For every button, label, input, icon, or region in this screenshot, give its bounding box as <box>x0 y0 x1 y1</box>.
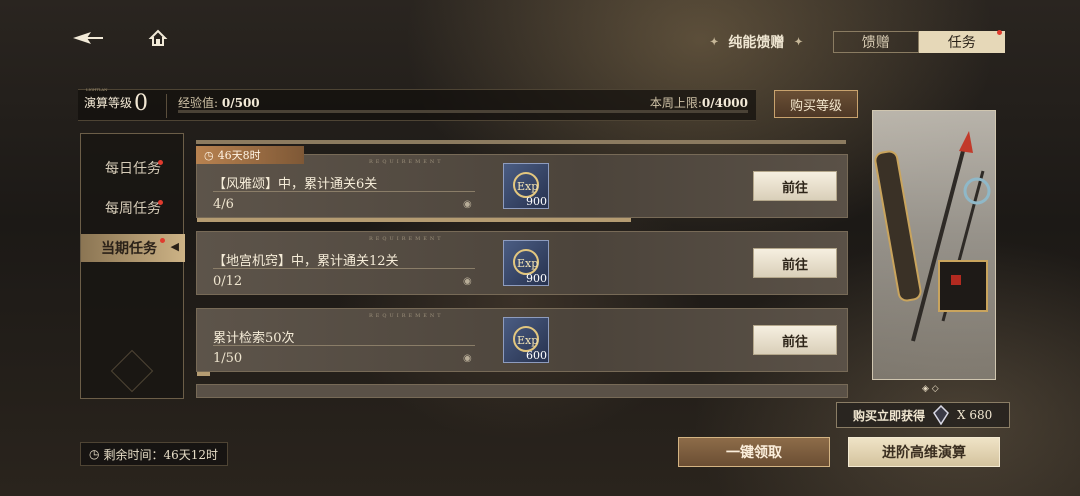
sidebar-item-label: 每日任务 <box>105 161 161 177</box>
reward-quantity: 900 <box>526 195 547 208</box>
top-tabs: ✦ 纯能馈赠 ✦ 馈赠 任务 <box>700 30 1005 54</box>
back-arrow-icon <box>73 32 103 44</box>
weekly-cap-readout: 本周上限:0/4000 <box>650 94 748 111</box>
event-timer-tag: ◷ 46天8时 <box>196 146 304 164</box>
event-timer-text: 46天8时 <box>217 149 261 162</box>
divider <box>213 345 475 346</box>
purchase-bonus-count: X 680 <box>957 408 993 422</box>
level-label-wrap: ᴸᴵᴳᴴᵀᴸᴬᴺ 演算等级 <box>84 88 133 111</box>
requirement-text: REQUIREMENT <box>369 159 444 165</box>
eye-icon[interactable]: ◉ <box>463 353 472 364</box>
home-button[interactable] <box>140 26 176 50</box>
weekly-cap-value: 0/4000 <box>701 96 748 110</box>
reward-quantity: 600 <box>526 349 547 362</box>
advance-button[interactable]: 进阶高维演算 <box>848 437 1000 467</box>
task-progress-bar <box>197 218 631 222</box>
sidebar-item-label: 当期任务 <box>101 241 157 257</box>
reward-exp-item[interactable]: Exp 900 <box>503 163 549 209</box>
back-button[interactable] <box>70 26 106 50</box>
notification-dot <box>158 160 163 165</box>
task-category-sidebar: 每日任务 每周任务 当期任务 ◀ <box>80 133 185 399</box>
purchase-bonus-bar: 购买立即获得 X 680 <box>836 402 1010 428</box>
requirement-text: REQUIREMENT <box>369 236 444 242</box>
tab-pure-energy-grant-label: 纯能馈赠 <box>728 35 785 51</box>
go-button[interactable]: 前往 <box>753 248 837 278</box>
divider <box>166 94 167 118</box>
decorative-emblem-icon <box>110 349 154 393</box>
eye-icon[interactable]: ◉ <box>463 199 472 210</box>
task-description: 累计检索50次 <box>213 331 295 346</box>
go-label: 前往 <box>781 334 808 350</box>
task-card-2: REQUIREMENT 【地宫机窍】中，累计通关12关 0/12 ◉ Exp 9… <box>196 231 848 295</box>
level-value: 0 <box>134 91 148 116</box>
weapons-artwork-icon <box>874 131 991 342</box>
sparkle-icon: ✦ <box>710 36 719 48</box>
tab-pure-energy-grant[interactable]: ✦ 纯能馈赠 ✦ <box>700 31 813 53</box>
go-label: 前往 <box>781 180 808 196</box>
remaining-time-text: 剩余时间：46天12时 <box>103 447 219 462</box>
weekly-cap-label: 本周上限: <box>649 96 702 110</box>
task-card-4-partial <box>196 384 848 398</box>
go-label: 前往 <box>781 257 808 273</box>
task-progress: 1/50 <box>213 351 243 366</box>
task-progress: 0/12 <box>213 274 243 289</box>
exp-label: 经验值: <box>178 96 219 110</box>
remaining-time: ◷ 剩余时间：46天12时 <box>80 442 228 466</box>
level-label: 演算等级 <box>84 96 133 110</box>
exp-readout: 经验值: 0/500 <box>178 94 260 111</box>
home-icon <box>148 29 168 46</box>
chevron-left-icon: ◀ <box>170 240 179 253</box>
reward-exp-item[interactable]: Exp 900 <box>503 240 549 286</box>
go-button[interactable]: 前往 <box>753 325 837 355</box>
buy-level-label: 购买等级 <box>789 98 842 114</box>
tab-tasks-label: 任务 <box>947 35 976 51</box>
clock-icon: ◷ <box>204 148 214 162</box>
svg-text:Exp: Exp <box>517 334 538 347</box>
purchase-bonus-label: 购买立即获得 <box>853 408 926 423</box>
task-description: 【风雅颂】中，累计通关6关 <box>213 177 378 192</box>
claim-all-label: 一键领取 <box>726 445 782 461</box>
requirement-text: REQUIREMENT <box>369 313 444 319</box>
exp-value: 0/500 <box>221 96 260 110</box>
task-progress: 4/6 <box>213 197 234 212</box>
task-progress-bar <box>197 372 210 376</box>
tab-grant[interactable]: 馈赠 <box>832 31 919 53</box>
divider <box>213 191 475 192</box>
tab-grant-label: 馈赠 <box>861 35 890 51</box>
sidebar-item-daily[interactable]: 每日任务 <box>81 154 185 182</box>
svg-text:Exp: Exp <box>517 180 538 193</box>
eye-icon[interactable]: ◉ <box>463 276 472 287</box>
advance-label: 进阶高维演算 <box>882 445 966 461</box>
level-label-small: ᴸᴵᴳᴴᵀᴸᴬᴺ <box>86 88 108 95</box>
buy-level-button[interactable]: 购买等级 <box>774 90 858 118</box>
reward-exp-item[interactable]: Exp 600 <box>503 317 549 363</box>
level-bar: ᴸᴵᴳᴴᵀᴸᴬᴺ 演算等级 0 经验值: 0/500 本周上限:0/4000 <box>78 88 756 121</box>
go-button[interactable]: 前往 <box>753 171 837 201</box>
list-top-rule <box>196 140 846 144</box>
crystal-icon <box>933 405 949 425</box>
notification-dot <box>160 238 165 243</box>
divider <box>213 268 475 269</box>
notification-dot <box>996 30 1002 35</box>
sidebar-item-current[interactable]: 当期任务 ◀ <box>81 234 185 262</box>
sparkle-icon: ✦ <box>794 36 803 48</box>
reward-showcase[interactable] <box>872 110 996 380</box>
clock-icon: ◷ <box>89 447 100 461</box>
task-description: 【地宫机窍】中，累计通关12关 <box>213 254 399 269</box>
notification-dot <box>158 200 163 205</box>
reward-quantity: 900 <box>526 272 547 285</box>
carousel-dots: ◈ ◇ <box>922 384 939 394</box>
tab-tasks[interactable]: 任务 <box>918 30 1005 53</box>
sidebar-item-label: 每周任务 <box>105 201 161 217</box>
sidebar-item-weekly[interactable]: 每周任务 <box>81 194 185 222</box>
svg-text:Exp: Exp <box>517 257 538 270</box>
task-card-3: REQUIREMENT 累计检索50次 1/50 ◉ Exp 600 前往 <box>196 308 848 376</box>
claim-all-button[interactable]: 一键领取 <box>678 437 830 467</box>
